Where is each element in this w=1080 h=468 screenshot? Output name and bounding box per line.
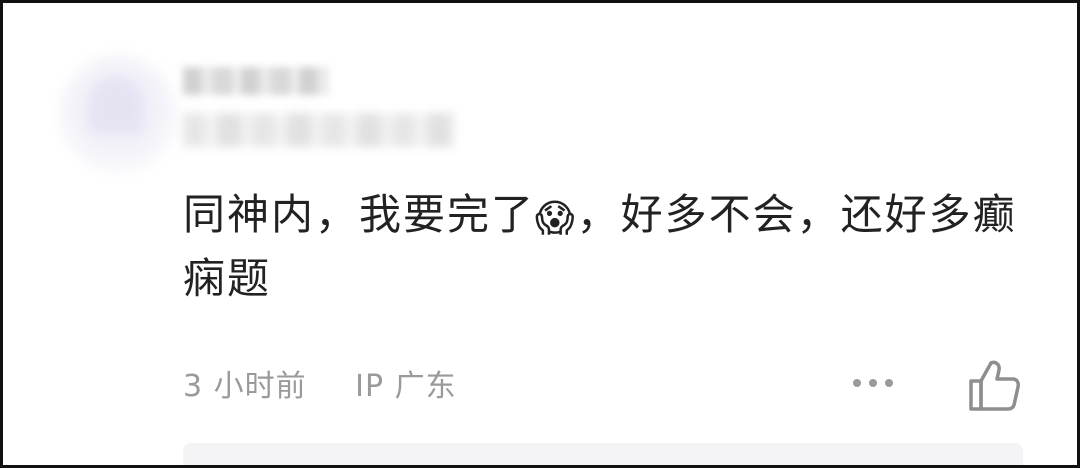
more-dot: [869, 379, 877, 387]
comment-meta: 3 小时前 IP 广东: [183, 361, 495, 405]
like-button[interactable]: [961, 353, 1025, 417]
user-info-blurred: [183, 113, 455, 147]
avatar-silhouette: [89, 77, 143, 133]
reply-preview-bar: [183, 443, 1023, 465]
more-dot: [853, 379, 861, 387]
comment-text: 同神内，我要完了😱，好多不会，还好多癫痫题: [183, 183, 1043, 311]
thumbs-up-icon: [969, 360, 1020, 411]
more-dot: [885, 379, 893, 387]
comment-card: 同神内，我要完了😱，好多不会，还好多癫痫题 3 小时前 IP 广东: [0, 0, 1080, 468]
more-options-button[interactable]: [843, 363, 903, 403]
username-blurred: [183, 67, 329, 95]
scream-emoji-icon: 😱: [535, 196, 577, 240]
timestamp: 3 小时前: [183, 369, 307, 404]
comment-text-part1: 同神内，我要完了: [183, 190, 536, 239]
ip-location: IP 广东: [355, 369, 457, 404]
